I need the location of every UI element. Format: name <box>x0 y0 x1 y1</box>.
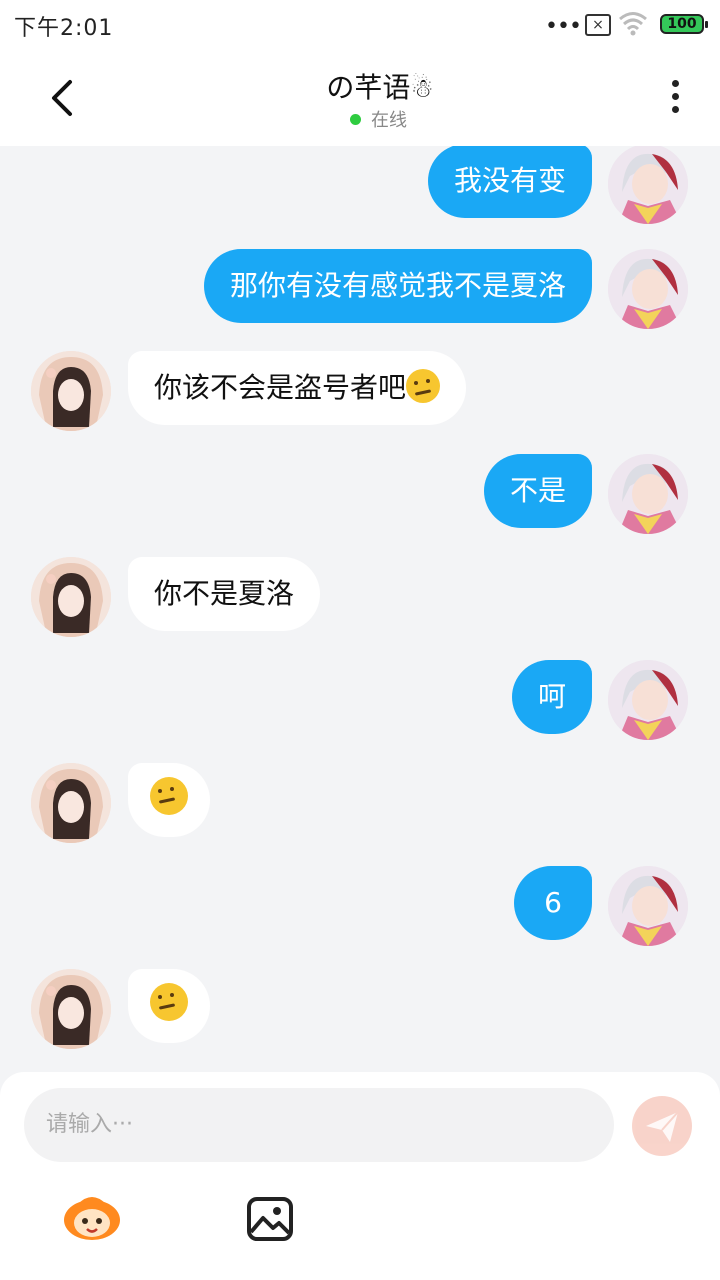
my-avatar[interactable] <box>608 660 688 740</box>
message-bubble-sent[interactable]: 我没有变 <box>427 146 592 218</box>
contact-name: の芊语 <box>326 71 411 104</box>
contact-avatar[interactable] <box>31 351 111 431</box>
send-button[interactable] <box>632 1096 692 1156</box>
message-bubble-received[interactable]: 你不是夏洛 <box>128 557 321 631</box>
awkward-emoji-icon <box>406 369 441 403</box>
composer: 请输入··· <box>0 1072 720 1280</box>
chat-header: の芊语☃ 在线 <box>0 52 720 146</box>
send-icon <box>646 1111 679 1142</box>
notification-dots-icon: ••• <box>545 14 582 39</box>
sim-none-icon: × <box>585 14 611 36</box>
my-avatar[interactable] <box>608 866 688 946</box>
status-bar: 下午2:01 ••• × 100 <box>0 0 720 52</box>
message-bubble-sent[interactable]: 呵 <box>511 660 592 734</box>
contact-avatar[interactable] <box>31 763 111 843</box>
contact-avatar[interactable] <box>31 969 111 1049</box>
online-dot-icon <box>350 114 361 125</box>
my-avatar[interactable] <box>608 454 688 534</box>
message-text: 你该不会是盗号者吧 <box>154 371 407 404</box>
image-picker-button[interactable] <box>246 1196 294 1242</box>
snowman-icon: ☃ <box>410 74 434 104</box>
battery-icon: 100 <box>660 14 708 34</box>
message-text: 你不是夏洛 <box>154 577 295 610</box>
message-text: 呵 <box>537 680 566 713</box>
online-status-text: 在线 <box>371 110 407 131</box>
message-bubble-received[interactable] <box>128 969 210 1043</box>
message-list[interactable]: 我没有变 那你有没有感觉我不是夏洛 你该不会是盗号者吧 不是 你不是夏洛 呵 6 <box>0 146 720 1076</box>
message-bubble-sent[interactable]: 6 <box>514 866 592 940</box>
message-bubble-sent[interactable]: 那你有没有感觉我不是夏洛 <box>203 249 592 323</box>
status-time: 下午2:01 <box>14 16 114 41</box>
sticker-button[interactable] <box>60 1192 124 1242</box>
message-text: 我没有变 <box>453 164 566 197</box>
online-status: 在线 <box>350 106 407 132</box>
contact-avatar[interactable] <box>31 557 111 637</box>
message-text: 那你有没有感觉我不是夏洛 <box>229 269 566 302</box>
message-bubble-received[interactable]: 你该不会是盗号者吧 <box>128 351 467 425</box>
awkward-emoji-icon <box>150 983 188 1021</box>
message-text: 6 <box>544 886 562 919</box>
wifi-icon <box>619 12 647 36</box>
chat-title: の芊语☃ <box>0 66 720 106</box>
more-options-button[interactable] <box>665 80 685 120</box>
message-bubble-received[interactable] <box>128 763 210 837</box>
message-input-placeholder: 请输入··· <box>46 1112 133 1137</box>
message-input[interactable]: 请输入··· <box>24 1088 614 1162</box>
my-avatar[interactable] <box>608 146 688 224</box>
message-bubble-sent[interactable]: 不是 <box>483 454 592 528</box>
awkward-emoji-icon <box>150 777 188 815</box>
message-text: 不是 <box>509 474 566 507</box>
my-avatar[interactable] <box>608 249 688 329</box>
